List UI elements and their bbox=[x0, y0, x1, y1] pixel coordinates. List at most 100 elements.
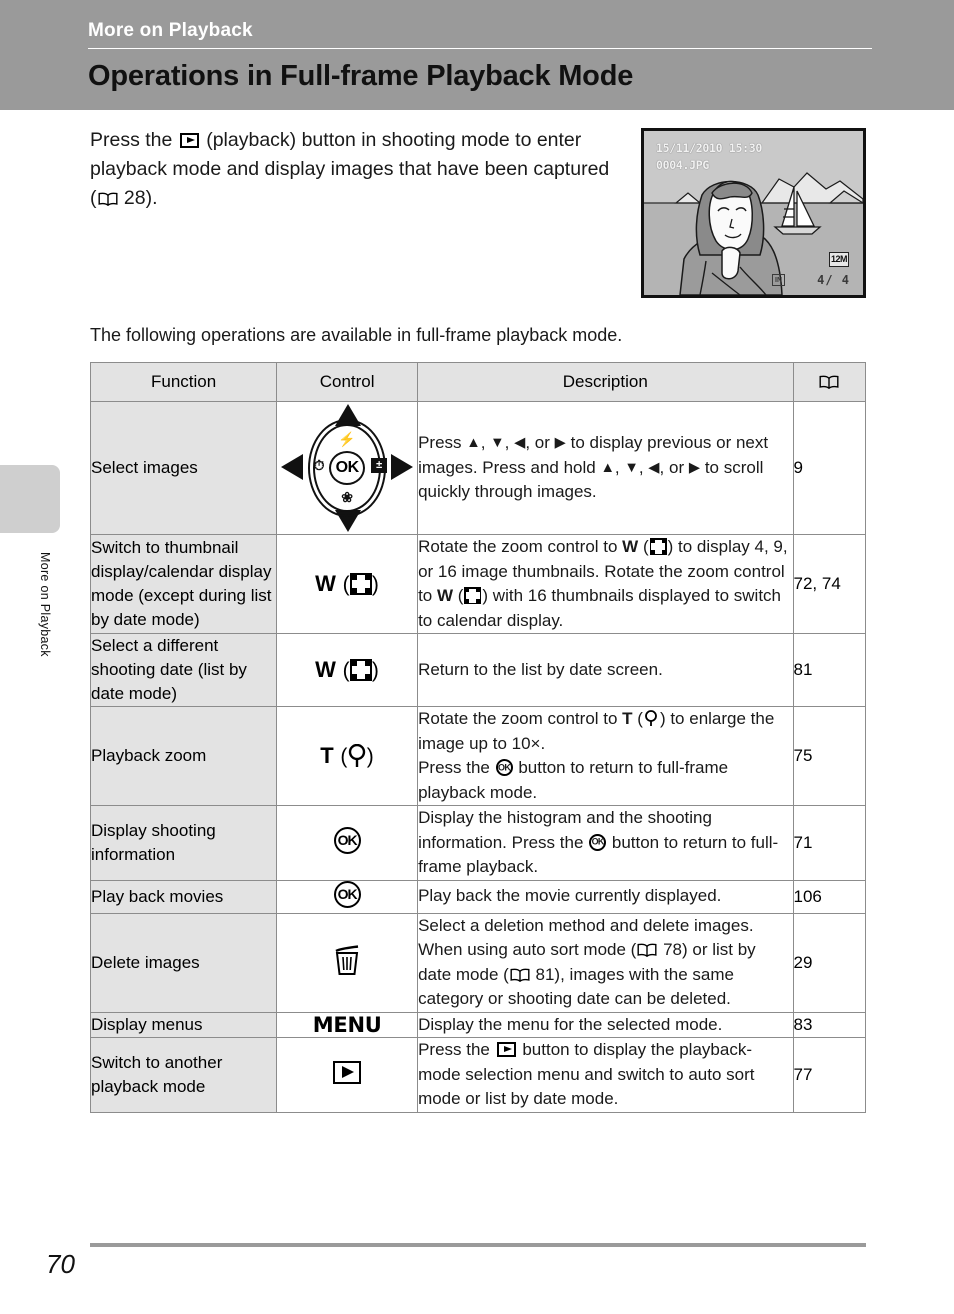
flash-mode-icon: ⚡ bbox=[338, 431, 356, 447]
function-cell: Select images bbox=[89, 401, 278, 535]
zoom-tele-control: T () bbox=[320, 743, 375, 768]
paren-open: ( bbox=[340, 745, 348, 768]
multi-selector-right-arrow-icon bbox=[391, 454, 414, 480]
camera-osd-image-size-badge: 12M bbox=[829, 252, 849, 267]
magnifier-icon bbox=[644, 710, 659, 727]
header-control: Control bbox=[276, 362, 419, 402]
reference-page-cell: 106 bbox=[792, 879, 867, 914]
function-cell: Switch to another playback mode bbox=[89, 1037, 278, 1113]
side-tab-marker bbox=[0, 465, 60, 533]
book-reference-icon bbox=[510, 968, 530, 982]
description-cell: Return to the list by date screen. bbox=[417, 633, 794, 707]
direction-arrow-icon: ▶ bbox=[688, 459, 701, 476]
description-cell: Select a deletion method and delete imag… bbox=[417, 912, 794, 1013]
magnifier-icon bbox=[348, 743, 367, 768]
paren-close: ) bbox=[371, 659, 380, 682]
thumbnail-grid-icon bbox=[349, 573, 372, 595]
multi-selector-ok-button: OK bbox=[329, 451, 366, 485]
camera-screen-illustration: 15/11/2010 15:30 0004.JPG IN 4/ 4 12M bbox=[641, 128, 866, 298]
camera-osd-datetime: 15/11/2010 15:30 bbox=[656, 141, 762, 155]
multi-selector-graphic: ⚡ ⏱ ± ❀ OK bbox=[281, 404, 414, 532]
playback-button-icon bbox=[179, 133, 199, 148]
playback-button-icon bbox=[333, 1060, 362, 1084]
book-reference-icon bbox=[98, 192, 118, 206]
reference-page-cell: 83 bbox=[792, 1011, 867, 1038]
reference-page-cell: 81 bbox=[792, 633, 867, 707]
description-cell: Press ▲, ▼, ◀, or ▶ to display previous … bbox=[417, 401, 794, 535]
description-cell: Display the menu for the selected mode. bbox=[417, 1011, 794, 1038]
header-reference bbox=[792, 362, 867, 402]
zoom-control-letter: T bbox=[622, 709, 633, 728]
table-header: Function Control Description bbox=[89, 362, 867, 402]
page-title: Operations in Full-frame Playback Mode bbox=[88, 60, 634, 92]
macro-mode-icon: ❀ bbox=[341, 489, 353, 505]
playback-button-icon bbox=[496, 1042, 516, 1057]
description-cell: Rotate the zoom control to T () to enlar… bbox=[417, 706, 794, 806]
control-cell bbox=[276, 1037, 419, 1113]
delete-trash-icon bbox=[334, 945, 360, 975]
direction-arrow-icon: ▲ bbox=[466, 435, 481, 452]
table-intro-text: The following operations are available i… bbox=[90, 325, 623, 345]
description-cell: Play back the movie currently displayed. bbox=[417, 879, 794, 914]
control-cell: T () bbox=[276, 706, 419, 806]
function-cell: Display shooting information bbox=[89, 805, 278, 881]
reference-page-cell: 71 bbox=[792, 805, 867, 881]
zoom-control-letter: W bbox=[622, 537, 639, 556]
book-reference-icon bbox=[819, 375, 839, 389]
zoom-control-letter: W bbox=[436, 586, 454, 605]
thumbnail-grid-icon bbox=[349, 659, 372, 681]
table-row: Select images ⚡ ⏱ ± ❀ OK Press ▲, ▼, ◀, or ▶ t… bbox=[89, 401, 867, 535]
table-row: Display shooting information Display the … bbox=[89, 805, 867, 881]
reference-page-cell: 29 bbox=[792, 912, 867, 1013]
control-cell: W () bbox=[276, 633, 419, 707]
menu-button-label: MENU bbox=[312, 1012, 382, 1037]
paren-open: ( bbox=[342, 573, 350, 596]
side-tab-label: More on Playback bbox=[38, 552, 52, 657]
table-row: Switch to thumbnail display/calendar dis… bbox=[89, 534, 867, 634]
table-row: Playback zoom T () Rotate the zoom control… bbox=[89, 706, 867, 806]
control-cell: MENU bbox=[276, 1011, 419, 1038]
zoom-wide-control: W () bbox=[315, 571, 380, 596]
ok-button-icon bbox=[333, 880, 361, 908]
function-cell: Display menus bbox=[89, 1011, 278, 1038]
footer-divider bbox=[90, 1243, 866, 1247]
direction-arrow-icon: ▲ bbox=[600, 459, 615, 476]
book-reference-icon bbox=[637, 943, 657, 957]
ok-button-icon bbox=[333, 826, 361, 854]
page-number: 70 bbox=[46, 1249, 75, 1279]
direction-arrow-icon: ▶ bbox=[554, 435, 566, 452]
function-cell: Delete images bbox=[89, 912, 278, 1013]
intro-paragraph: Press the (playback) button in shooting … bbox=[90, 126, 610, 213]
table-row: Select a different shooting date (list b… bbox=[89, 633, 867, 707]
function-cell: Select a different shooting date (list b… bbox=[89, 633, 278, 707]
intro-reference-page: 28). bbox=[118, 187, 158, 209]
reference-page-cell: 72, 74 bbox=[792, 534, 867, 634]
header-function: Function bbox=[89, 362, 278, 402]
control-cell bbox=[276, 805, 419, 881]
function-cell: Playback zoom bbox=[89, 706, 278, 806]
paren-close: ) bbox=[366, 745, 375, 768]
thumbnail-grid-icon bbox=[464, 587, 482, 604]
header-divider bbox=[88, 48, 872, 49]
header-description: Description bbox=[417, 362, 794, 402]
camera-osd-filename: 0004.JPG bbox=[656, 158, 709, 172]
table-row: Play back movies Play back the movie curr… bbox=[89, 879, 867, 914]
control-cell: ⚡ ⏱ ± ❀ OK bbox=[276, 401, 419, 535]
table-row: Delete images Select a deletion method an… bbox=[89, 912, 867, 1013]
chapter-label: More on Playback bbox=[88, 20, 253, 41]
ok-button-icon bbox=[495, 759, 513, 776]
exposure-compensation-icon: ± bbox=[371, 458, 388, 473]
function-cell: Play back movies bbox=[89, 879, 278, 914]
camera-osd-frame-counter: 4/ 4 bbox=[817, 273, 850, 287]
paren-open: ( bbox=[342, 659, 350, 682]
reference-page-cell: 75 bbox=[792, 706, 867, 806]
table-row: Switch to another playback mode Press the… bbox=[89, 1037, 867, 1113]
ok-button-icon bbox=[589, 833, 607, 851]
reference-page-cell: 9 bbox=[792, 401, 867, 535]
direction-arrow-icon: ◀ bbox=[514, 435, 526, 452]
description-cell: Display the histogram and the shooting i… bbox=[417, 805, 794, 881]
camera-osd-memory-icon: IN bbox=[772, 274, 785, 286]
description-cell: Rotate the zoom control to W () to displ… bbox=[417, 534, 794, 634]
operations-table: Function Control Description Select imag… bbox=[89, 362, 867, 1113]
direction-arrow-icon: ▼ bbox=[490, 435, 505, 452]
